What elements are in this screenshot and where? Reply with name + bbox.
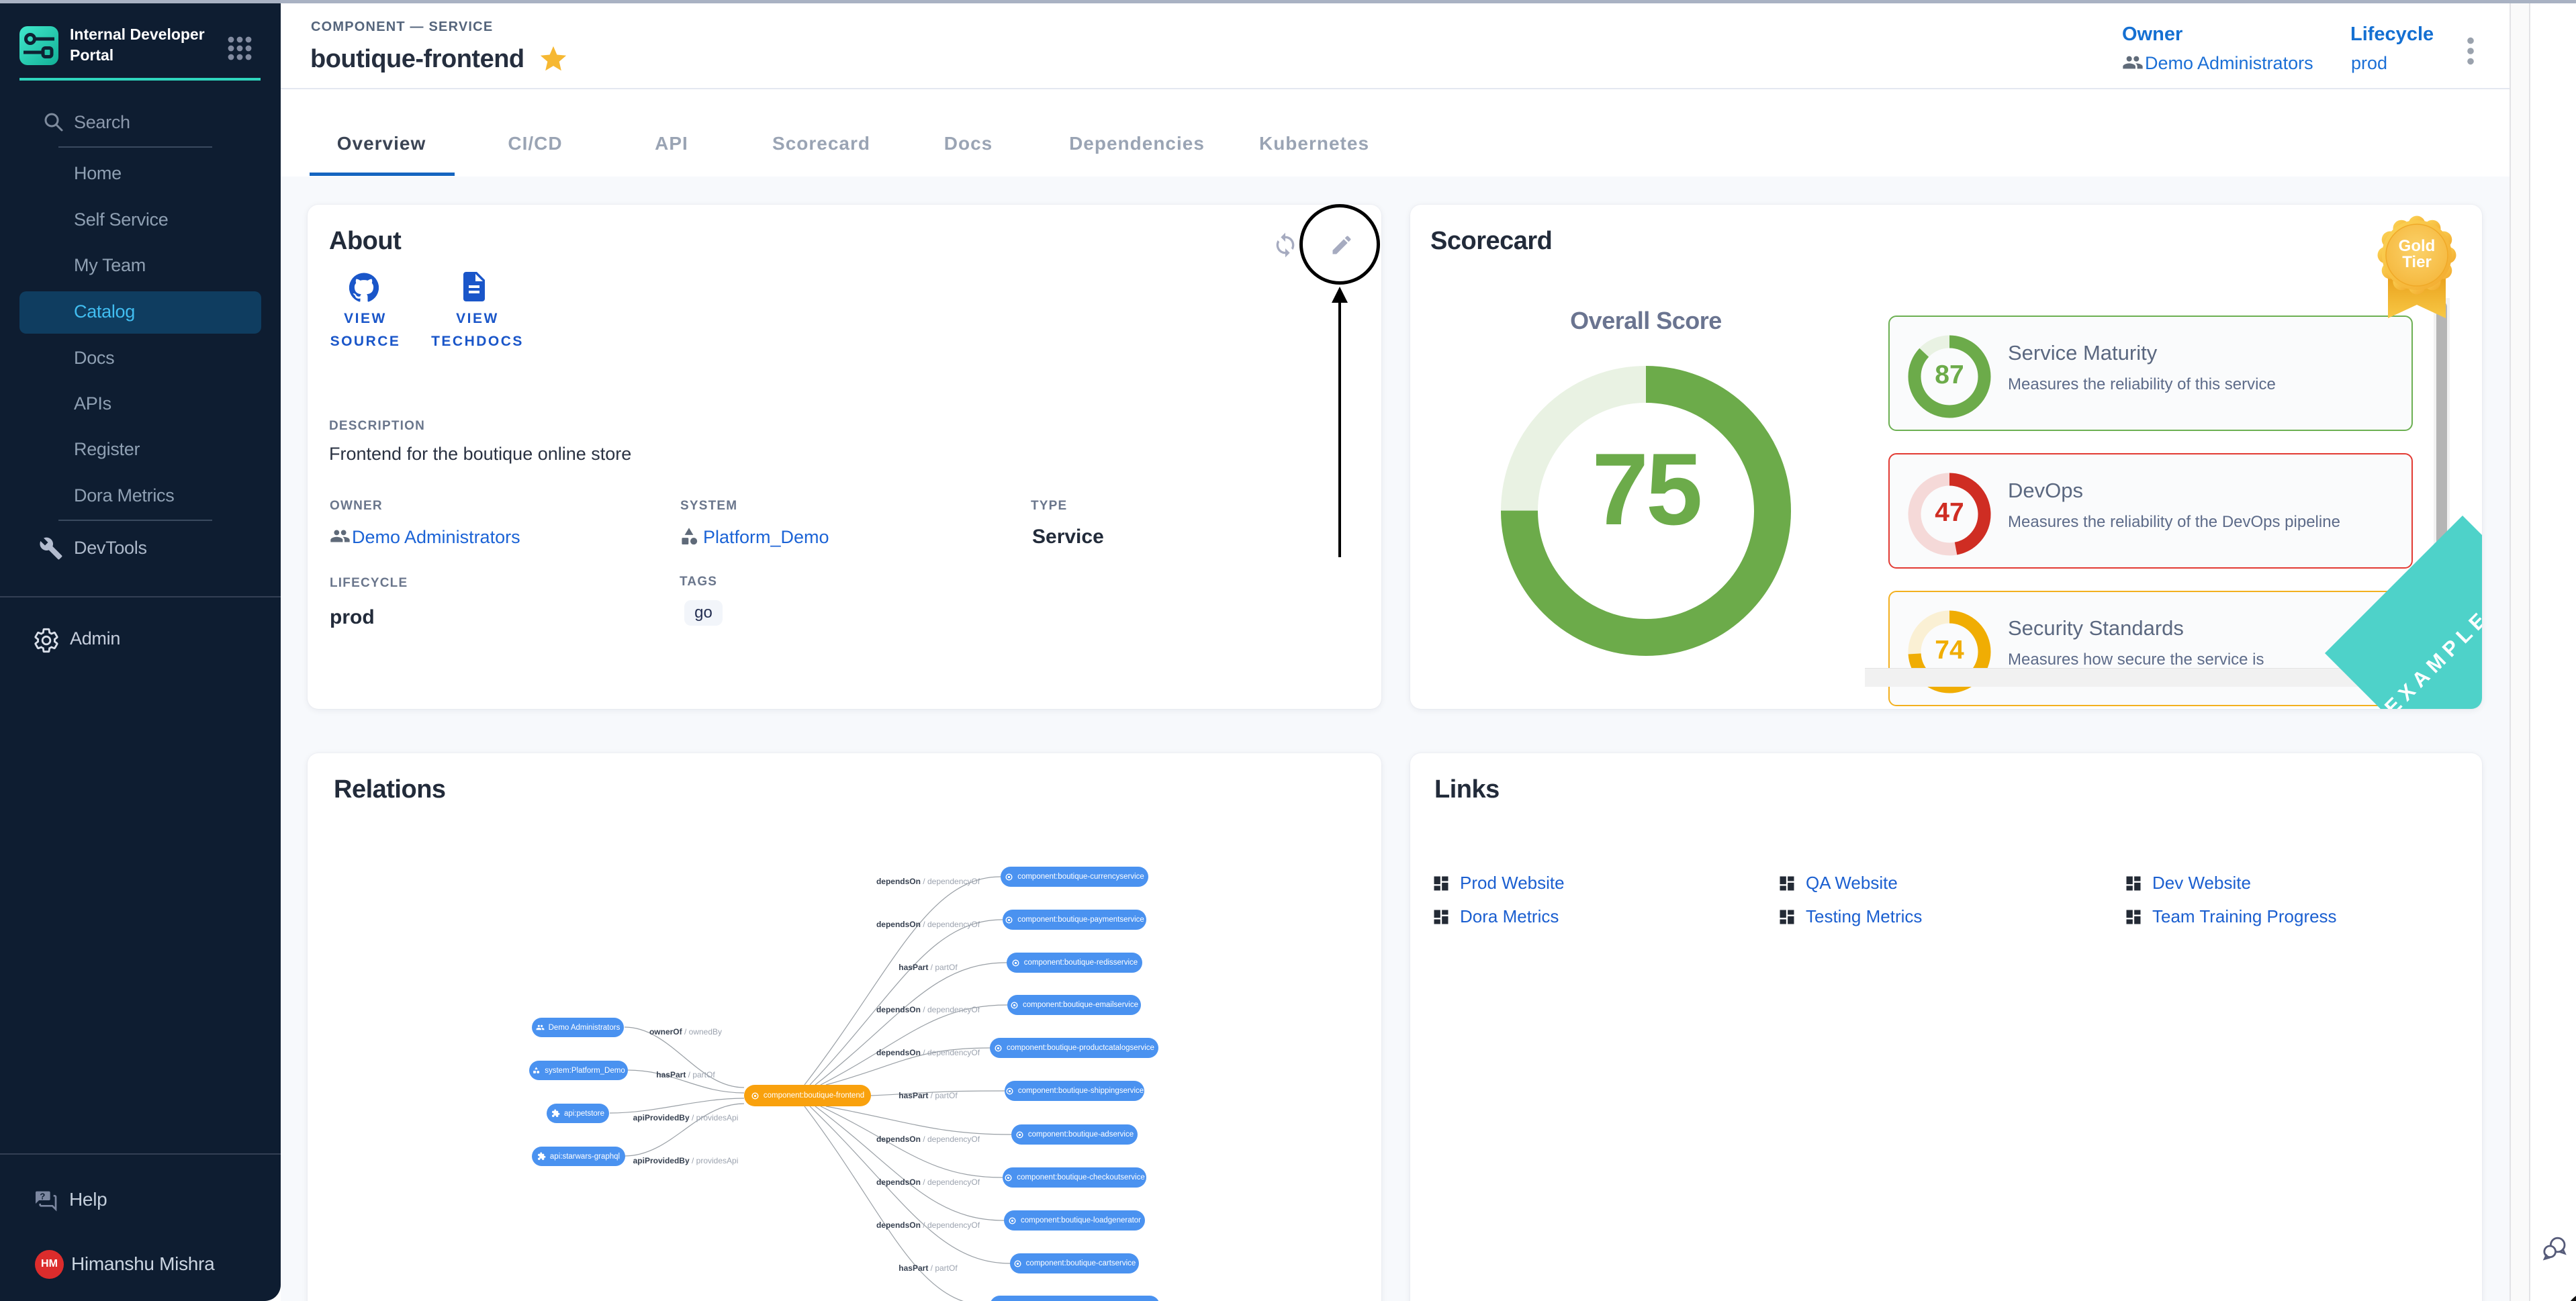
svg-text:74: 74 [1935,636,1964,665]
svg-text:hasPart / partOf: hasPart / partOf [899,963,958,972]
svg-text:47: 47 [1935,498,1964,527]
svg-text:hasPart / partOf: hasPart / partOf [899,1091,958,1100]
svg-text:hasPart / partOf: hasPart / partOf [899,1263,958,1273]
svg-text:dependsOn / dependencyOf: dependsOn / dependencyOf [876,920,980,929]
svg-text:dependsOn / dependencyOf: dependsOn / dependencyOf [876,1220,980,1230]
svg-text:87: 87 [1935,360,1964,389]
svg-text:apiProvidedBy / providesApi: apiProvidedBy / providesApi [633,1113,739,1122]
svg-text:Tier: Tier [2402,253,2432,271]
svg-text:hasPart / partOf: hasPart / partOf [656,1070,715,1079]
svg-text:?: ? [40,1192,45,1202]
svg-text:dependsOn / dependencyOf: dependsOn / dependencyOf [876,1177,980,1187]
svg-text:ownerOf / ownedBy: ownerOf / ownedBy [649,1027,722,1037]
svg-text:75: 75 [1592,432,1700,546]
svg-text:dependsOn / dependencyOf: dependsOn / dependencyOf [876,1005,980,1014]
svg-text:Gold: Gold [2399,237,2436,255]
svg-text:dependsOn / dependencyOf: dependsOn / dependencyOf [876,1048,980,1057]
svg-text:dependsOn / dependencyOf: dependsOn / dependencyOf [876,877,980,886]
svg-text:dependsOn / dependencyOf: dependsOn / dependencyOf [876,1135,980,1144]
svg-text:apiProvidedBy / providesApi: apiProvidedBy / providesApi [633,1156,739,1165]
